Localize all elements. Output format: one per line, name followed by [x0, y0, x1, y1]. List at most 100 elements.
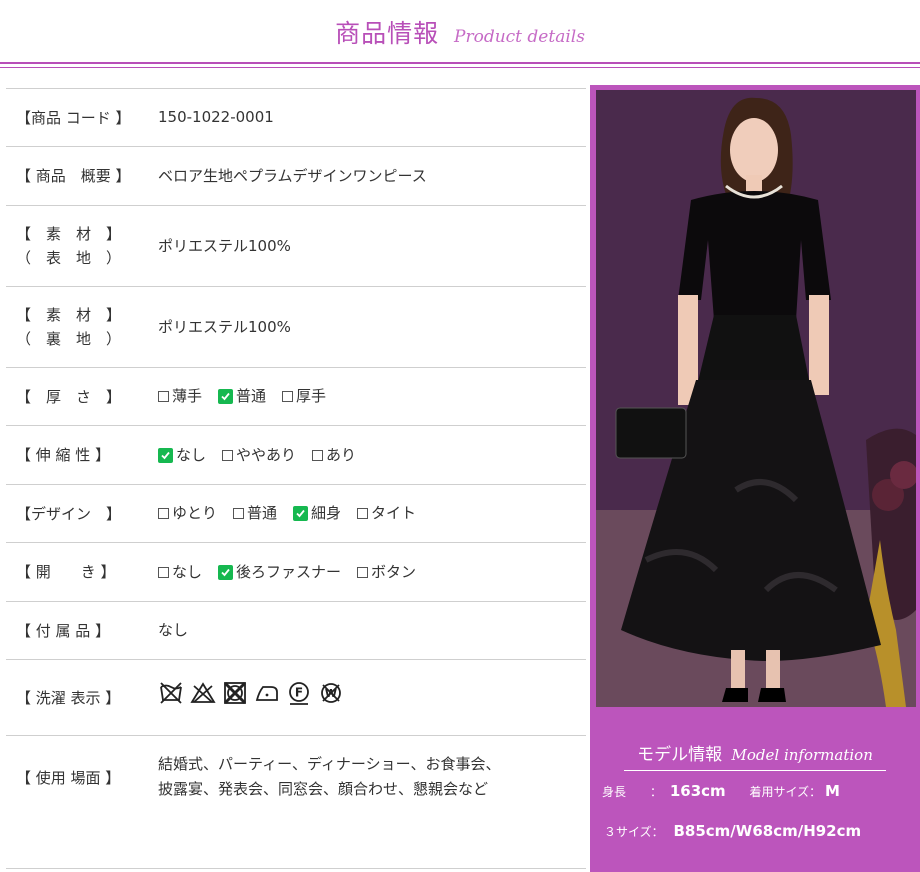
spec-label: 【 素 材 】 （ 表 地 ）: [16, 206, 144, 286]
spec-option-label: タイト: [371, 504, 417, 522]
model-info-title-en: Model information: [731, 746, 873, 764]
unchecked-box-icon: [312, 449, 324, 461]
spec-label: 【商品 コード 】: [16, 89, 144, 146]
spec-row: 【 使用 場面 】 結婚式、パーティー、ディナーショー、お食事会、 披露宴、発表会、…: [6, 735, 586, 869]
spec-value-lines: 結婚式、パーティー、ディナーショー、お食事会、 披露宴、発表会、同窓会、顔合わせ、…: [158, 752, 500, 802]
model-photo-frame: [590, 85, 920, 710]
spec-label-line: 【 洗濯 表示 】: [16, 688, 121, 707]
unchecked-box-icon: [158, 566, 169, 578]
model-info-title-jp: モデル情報: [637, 745, 723, 765]
spec-option-label: なし: [172, 562, 203, 581]
wash-icons: FW: [158, 680, 344, 706]
model-height-value: 163cm: [669, 782, 726, 800]
unchecked-box-icon: [158, 391, 169, 402]
unchecked-box-icon: [233, 508, 245, 519]
spec-label: 【 使用 場面 】: [16, 736, 144, 868]
page-title: 商品情報 Product details: [0, 14, 920, 50]
checked-icon: [218, 564, 234, 580]
spec-option-label: ボタン: [371, 562, 417, 581]
header-rule-thin: [0, 67, 920, 68]
spec-option: 普通: [233, 501, 277, 526]
spec-value: ベロア生地ペプラムデザインワンピース: [158, 147, 586, 205]
spec-option-label: 普通: [247, 504, 278, 522]
no-wet-clean-icon: W: [321, 682, 341, 703]
spec-row: 【 素 材 】 （ 表 地 ） ポリエステル100%: [6, 205, 586, 286]
spec-row: 【 洗濯 表示 】 F W: [6, 659, 586, 735]
spec-table: 【商品 コード 】 150-1022-0001 【 商品 概要 】 ベロア生地ペプラム…: [6, 88, 586, 869]
spec-value: 150-1022-0001: [158, 89, 586, 146]
unchecked-box-icon: [282, 391, 294, 402]
model-three-size-line: ３サイズ： B85cm/W68cm/H92cm: [604, 822, 861, 840]
spec-option: 細身: [293, 501, 341, 526]
spec-value: なし 後ろファスナー ボタン: [158, 543, 586, 601]
model-three-size-label: ３サイズ：: [604, 825, 664, 839]
model-height-label: 身長 ：: [602, 785, 663, 799]
spec-value-line: 披露宴、発表会、同窓会、顔合わせ、懇親会など: [158, 780, 489, 798]
spec-value-text: ポリエステル100%: [158, 236, 291, 255]
spec-value: 薄手 普通 厚手: [158, 368, 586, 425]
spec-option-label: あり: [326, 445, 357, 464]
spec-value: FW: [158, 660, 586, 735]
spec-option: 後ろファスナー: [218, 560, 341, 585]
spec-value: なし ややあり あり: [158, 426, 586, 484]
spec-option: ややあり: [222, 443, 296, 468]
spec-label: 【 商品 概要 】: [16, 147, 144, 205]
spec-row: 【デザイン 】 ゆとり 普通 細身 タイト: [6, 484, 586, 542]
spec-label: 【 伸 縮 性 】: [16, 426, 144, 484]
spec-row: 【 商品 概要 】 ベロア生地ペプラムデザインワンピース: [6, 146, 586, 205]
spec-label: 【デザイン 】: [16, 485, 144, 542]
spec-option-label: 細身: [311, 504, 342, 522]
spec-option-label: 薄手: [172, 387, 203, 405]
spec-label-line: 【 開 き 】: [16, 563, 116, 581]
spec-row: 【 付 属 品 】 なし: [6, 601, 586, 659]
page-header: 商品情報 Product details: [0, 0, 920, 60]
spec-value-text: 150-1022-0001: [158, 108, 274, 126]
spec-option: なし: [158, 443, 206, 468]
spec-option: 厚手: [282, 384, 326, 409]
spec-option: 薄手: [158, 384, 202, 409]
spec-option: 普通: [218, 384, 266, 409]
spec-row: 【商品 コード 】 150-1022-0001: [6, 88, 586, 146]
model-size-label: 着用サイズ：: [749, 785, 822, 799]
no-wash-icon: [160, 681, 182, 704]
spec-option: ゆとり: [158, 501, 217, 526]
spec-row: 【 厚 さ 】 薄手 普通 厚手: [6, 367, 586, 425]
spec-option: あり: [312, 443, 356, 468]
spec-row: 【 伸 縮 性 】 なし ややあり あり: [6, 425, 586, 484]
spec-value: ポリエステル100%: [158, 287, 586, 367]
model-size-value: M: [824, 782, 840, 800]
spec-label-line: 【 使用 場面 】: [16, 769, 121, 787]
model-illustration: [596, 90, 916, 707]
spec-label-line: （ 表 地 ）: [16, 249, 122, 267]
page-title-en: Product details: [454, 27, 585, 47]
spec-option-label: 後ろファスナー: [236, 562, 342, 581]
spec-label-line: 【 厚 さ 】: [16, 387, 122, 406]
spec-row: 【 素 材 】 （ 裏 地 ） ポリエステル100%: [6, 286, 586, 367]
spec-value: ポリエステル100%: [158, 206, 586, 286]
checked-icon: [158, 447, 173, 463]
spec-row: 【 開 き 】 なし 後ろファスナー ボタン: [6, 542, 586, 601]
spec-value-text: なし: [158, 621, 189, 639]
model-photo: [596, 90, 916, 707]
spec-label: 【 開 き 】: [16, 543, 144, 601]
spec-label-line: 【 素 材 】: [16, 225, 122, 243]
spec-label-line: 【 伸 縮 性 】: [16, 446, 111, 464]
spec-option: なし: [158, 560, 202, 585]
spec-option-label: なし: [176, 445, 207, 464]
iron-low-icon: [255, 685, 278, 701]
dry-clean-f-icon: F: [289, 681, 309, 705]
spec-label: 【 洗濯 表示 】: [16, 660, 144, 735]
spec-value: ゆとり 普通 細身 タイト: [158, 485, 586, 542]
page-title-jp: 商品情報: [335, 19, 440, 48]
header-rule-thick: [0, 62, 920, 64]
checked-icon: [218, 389, 234, 404]
spec-label: 【 素 材 】 （ 裏 地 ）: [16, 287, 144, 367]
spec-label-line: 【デザイン 】: [16, 504, 122, 523]
spec-value-text: ポリエステル100%: [158, 317, 291, 336]
model-info-title: モデル情報 Model information: [590, 740, 920, 765]
spec-label: 【 厚 さ 】: [16, 368, 144, 425]
spec-option-label: 厚手: [296, 387, 327, 405]
unchecked-box-icon: [158, 508, 169, 519]
spec-value-text: ベロア生地ペプラムデザインワンピース: [158, 166, 427, 185]
spec-label-line: 【商品 コード 】: [16, 108, 131, 127]
